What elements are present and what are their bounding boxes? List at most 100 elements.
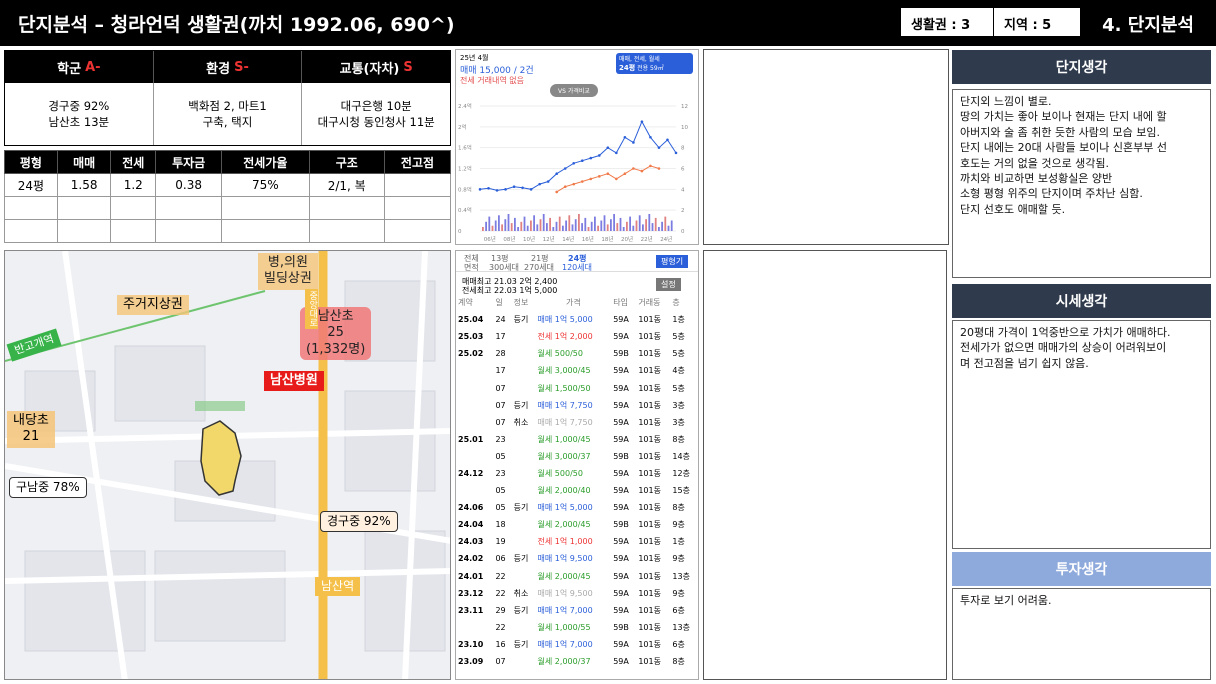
y2-tick-label: 2 (681, 208, 685, 214)
area-compare-button[interactable]: 평형기 (656, 255, 689, 268)
label-hospital-area: 병,의원 빌딩상권 (258, 253, 318, 290)
grade-environment: 환경 S- (154, 51, 303, 83)
chart-no-jeonse: 전세 거래내역 없음 (460, 76, 524, 85)
traffic-detail: 대구은행 10분 대구시청 동인청사 11분 (317, 98, 435, 129)
col-header: 구조 (308, 150, 385, 174)
x-tick-label: 16년 (582, 235, 594, 243)
grades-table: 학군 A- 환경 S- 교통(자차) S 경구중 92% 남산초 13분 백화점 2,… (4, 50, 451, 146)
volume-bar (642, 224, 644, 231)
x-tick-label: 18년 (601, 235, 613, 243)
table-row: 05 월세 2,000/40 59A 101동 15층 (495, 486, 690, 496)
settings-button[interactable]: 설정 (656, 278, 681, 291)
volume-bar (629, 216, 631, 231)
volume-bar (638, 215, 641, 231)
volume-bar (536, 224, 539, 231)
table-row: 07 등기 매매 1억 7,750 59A 101동 3층 (495, 400, 685, 410)
volume-bar (552, 227, 555, 231)
table-row: 24.12 23 월세 500/50 59A 101동 12층 (458, 468, 690, 478)
x-tick-label: 24년 (660, 235, 672, 243)
table-row: 23.09 07 월세 2,000/37 59A 101동 8층 (458, 657, 685, 667)
volume-bar (568, 215, 571, 231)
volume-bar (514, 217, 516, 231)
max-jeonse: 전세최고 22.03 1억 5,000 (462, 286, 558, 295)
price-chart-panel: 25년 4월 매매 15,000 / 2건 전세 거래내역 없음 매매, 전세,… (455, 49, 699, 245)
volume-bar (526, 225, 529, 231)
x-tick-label: 08년 (503, 235, 515, 243)
map-background (5, 251, 450, 679)
col-header: 투자금 (155, 150, 223, 174)
y-tick-label: 1.6억 (458, 144, 472, 152)
table-row: 23.11 29 등기 매매 1억 7,000 59A 101동 6층 (458, 605, 685, 615)
section-complex-thoughts-text: 단지외 느낌이 별로. 땅의 가치는 좋아 보이나 현재는 단지 내에 할 아버… (952, 89, 1211, 278)
y2-tick-label: 0 (681, 229, 685, 235)
y-tick-label: 1.2억 (458, 165, 472, 173)
table-row: 05 월세 3,000/37 59B 101동 14층 (495, 451, 690, 461)
volume-bar (504, 219, 507, 231)
volume-bar (510, 223, 513, 231)
school-detail: 경구중 92% 남산초 13분 (5, 83, 154, 145)
series-line (556, 165, 660, 193)
volume-bar (610, 219, 612, 231)
table-row: 23.12 22 취소 매매 1억 9,500 59A 101동 9층 (458, 588, 685, 598)
volume-bar (658, 227, 660, 231)
col-header: 평형 (4, 150, 58, 174)
section-invest-thoughts-title: 투자생각 (952, 552, 1211, 586)
volume-bar (584, 217, 587, 231)
volume-bar (517, 227, 519, 231)
volume-bar (651, 223, 654, 231)
volume-bar (530, 220, 532, 231)
volume-bar (613, 214, 615, 231)
table-row: 24평 1.58 1.2 0.38 75% 2/1, 복 (4, 173, 452, 197)
label-residential-area: 주거지상권 (117, 295, 189, 316)
y2-tick-label: 4 (681, 187, 685, 193)
volume-bar (603, 215, 606, 231)
volume-bar (574, 219, 577, 231)
table-row: 24.02 06 등기 매매 1억 9,500 59A 101동 9층 (458, 554, 685, 564)
volume-bar (648, 214, 651, 231)
section-price-thoughts-text: 20평대 가격이 1억중반으로 가치가 애매하다. 전세가가 없으면 매매가의 … (952, 320, 1211, 549)
series-line (479, 120, 677, 191)
volume-bar (667, 225, 670, 231)
label-road: 중앙대로 (305, 289, 319, 329)
volume-bar (498, 215, 500, 231)
volume-bar (546, 223, 548, 231)
volume-bar (501, 224, 503, 231)
volume-bar (523, 216, 526, 231)
col-header: 전세 (110, 150, 157, 174)
table-row: 23.10 16 등기 매매 1억 7,000 59A 101동 6층 (458, 639, 685, 649)
volume-bar (520, 221, 523, 231)
col-header: 매매 (56, 150, 112, 174)
table-row: 17 월세 3,000/45 59A 101동 4층 (495, 366, 685, 376)
volume-bar (578, 214, 580, 231)
table-row: 24.01 22 월세 2,000/45 59A 101동 13층 (458, 571, 690, 581)
col-header: 전고점 (383, 150, 452, 174)
x-tick-label: 14년 (562, 235, 574, 243)
section-complex-thoughts-title: 단지생각 (952, 50, 1211, 84)
volume-bar (488, 216, 491, 231)
volume-bar (565, 220, 567, 231)
volume-bar (562, 225, 564, 231)
volume-bar (622, 227, 625, 231)
empty-panel-top (703, 49, 949, 245)
table-row: 25.02 28 월세 500/50 59B 101동 5층 (458, 349, 685, 359)
volume-bar (594, 216, 596, 231)
volume-bar (555, 221, 558, 231)
area-map[interactable]: 병,의원 빌딩상권 주거지상권 남산초 25 (1,332명) 남산병원 반고개… (4, 250, 451, 680)
x-tick-label: 06년 (484, 235, 496, 243)
col-header: 전세가율 (221, 150, 310, 174)
volume-bar (635, 220, 638, 231)
price-chart: 0 0.4억 0.8억 1.2억 1.6억 2억 2.4억 0 2 4 6 8 10 12 06년 08년 10… (458, 102, 688, 243)
volume-bar (491, 225, 494, 231)
volume-bar (616, 223, 619, 231)
table-row: 22 월세 1,000/55 59B 101동 13층 (495, 622, 690, 632)
volume-bar (654, 217, 657, 231)
table-row: 24.04 18 월세 2,000/45 59B 101동 9층 (458, 520, 685, 530)
table-row: 24.06 05 등기 매매 1억 5,000 59A 101동 8층 (458, 503, 685, 513)
label-station-namsan: 남산역 (315, 577, 361, 596)
table-row: 07 취소 매매 1억 7,750 59A 101동 3층 (495, 417, 685, 427)
x-tick-label: 10년 (523, 235, 535, 243)
volume-bar (619, 217, 622, 231)
volume-bar (600, 220, 603, 231)
chart-filter-dropdown[interactable]: 매매, 전세, 월세 24평 전용 59㎡ (616, 53, 693, 74)
y2-tick-label: 6 (681, 167, 685, 173)
